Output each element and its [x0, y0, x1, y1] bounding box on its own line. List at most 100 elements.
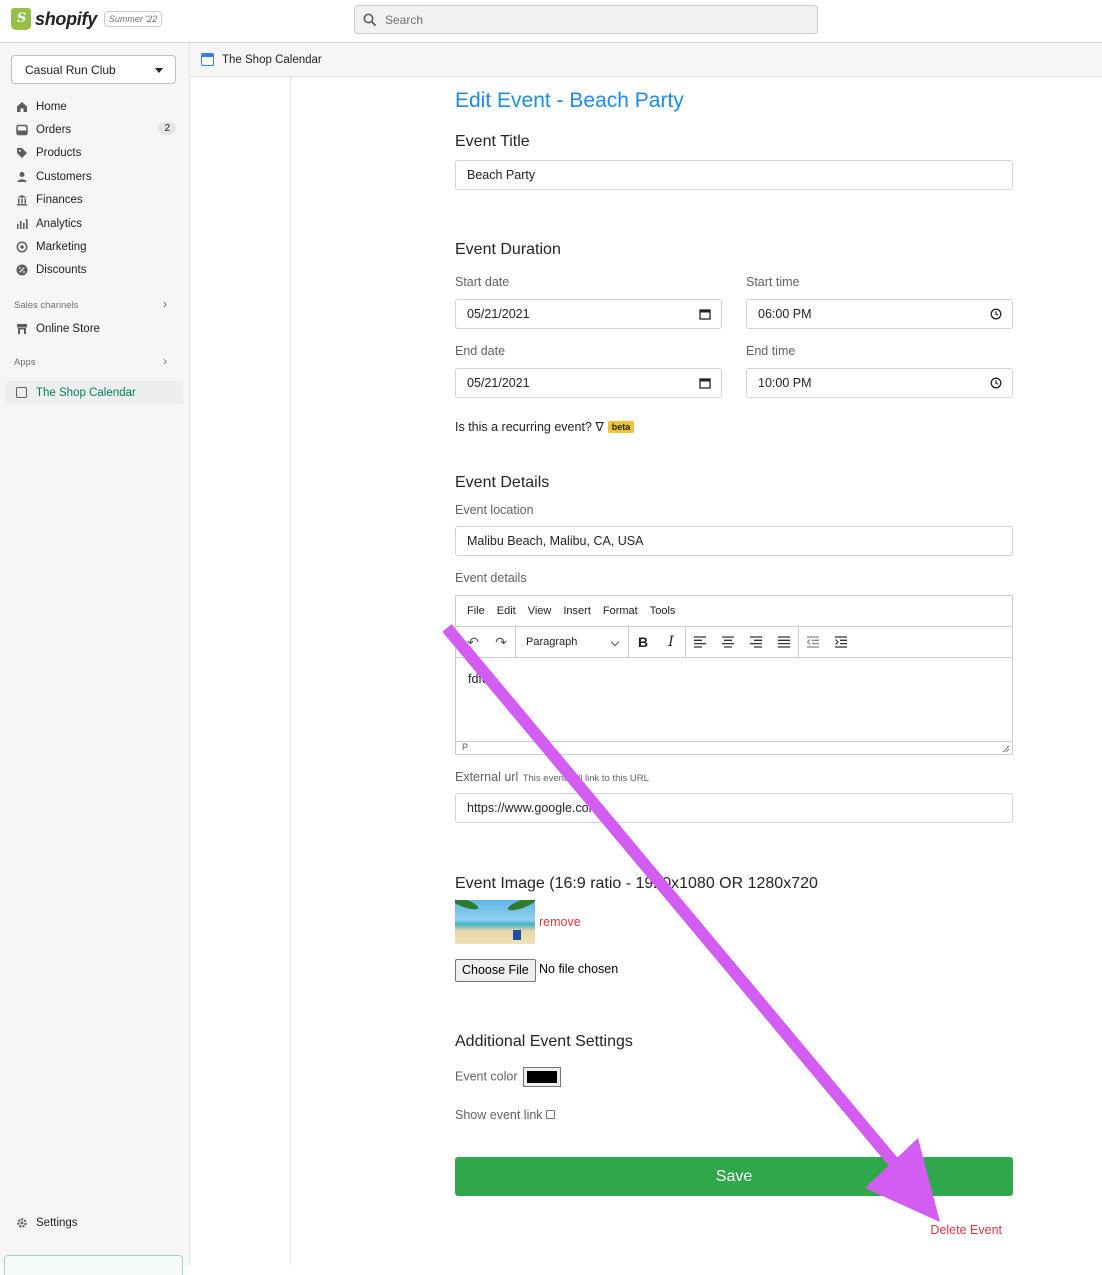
sidebar-bottom-card[interactable] — [4, 1255, 183, 1275]
sidebar-item-label: The Shop Calendar — [36, 386, 136, 399]
sidebar-item-finances[interactable]: Finances — [0, 189, 190, 212]
end-time-input[interactable]: 10:00 PM — [746, 368, 1013, 398]
event-image-heading: Event Image (16:9 ratio - 1920x1080 OR 1… — [455, 875, 818, 892]
sidebar-item-analytics[interactable]: Analytics — [0, 212, 190, 235]
sidebar-item-shop-calendar[interactable]: The Shop Calendar — [5, 381, 183, 404]
sidebar-item-label: Home — [36, 100, 67, 113]
clock-icon[interactable] — [990, 308, 1002, 320]
store-name: Casual Run Club — [25, 63, 116, 77]
undo-icon[interactable]: ↶ — [459, 627, 487, 658]
save-button[interactable]: Save — [455, 1157, 1013, 1196]
sidebar-item-label: Discounts — [36, 264, 87, 277]
event-duration-heading: Event Duration — [455, 241, 561, 258]
show-event-link-label: Show event link — [455, 1108, 543, 1122]
align-left-icon[interactable] — [686, 627, 714, 658]
sidebar-item-online-store[interactable]: Online Store — [0, 317, 190, 340]
bold-icon[interactable]: B — [629, 627, 657, 658]
start-time-value: 06:00 PM — [758, 307, 812, 321]
rich-text-editor: File Edit View Insert Format Tools ↶ ↷ P… — [455, 595, 1013, 755]
sidebar-item-customers[interactable]: Customers — [0, 165, 190, 188]
resize-handle-icon[interactable] — [1002, 745, 1010, 753]
event-image-thumbnail — [455, 900, 535, 944]
end-date-label: End date — [455, 344, 506, 358]
justify-icon[interactable] — [770, 627, 798, 658]
target-icon — [16, 241, 28, 253]
menu-format[interactable]: Format — [603, 605, 638, 617]
block-format-select[interactable]: Paragraph — [516, 627, 628, 658]
sidebar-item-settings[interactable]: Settings — [16, 1217, 78, 1229]
discount-icon — [16, 264, 28, 276]
indent-icon[interactable] — [827, 627, 855, 658]
show-event-link-row: Show event link — [455, 1108, 555, 1122]
edition-badge: Summer '22 — [103, 11, 163, 27]
start-date-value: 05/21/2021 — [467, 307, 530, 321]
menu-file[interactable]: File — [467, 605, 485, 617]
color-swatch — [527, 1071, 558, 1083]
chevron-right-icon[interactable]: › — [163, 354, 167, 368]
sidebar-item-orders[interactable]: Orders 2 — [0, 118, 190, 141]
sidebar-item-home[interactable]: Home — [0, 95, 190, 118]
external-url-label-row: External url This event will link to thi… — [455, 770, 649, 784]
event-location-label: Event location — [455, 503, 534, 517]
editor-toolbar: ↶ ↷ Paragraph B I — [456, 626, 1012, 658]
menu-insert[interactable]: Insert — [563, 605, 591, 617]
store-icon — [17, 323, 27, 334]
home-icon — [17, 101, 27, 112]
search-icon — [363, 13, 377, 26]
event-details-heading: Event Details — [455, 474, 550, 491]
left-column-divider — [190, 77, 291, 1265]
outdent-icon[interactable] — [799, 627, 827, 658]
store-selector[interactable]: Casual Run Club — [11, 55, 176, 84]
clock-icon[interactable] — [990, 377, 1002, 389]
event-title-input[interactable]: Beach Party — [455, 160, 1013, 190]
sidebar-item-marketing[interactable]: Marketing — [0, 235, 190, 258]
page-title: Edit Event - Beach Party — [455, 89, 684, 112]
sidebar: Casual Run Club Home Orders 2 Products C… — [0, 43, 190, 1275]
menu-tools[interactable]: Tools — [650, 605, 676, 617]
remove-image-link[interactable]: remove — [539, 915, 581, 929]
event-location-input[interactable]: Malibu Beach, Malibu, CA, USA — [455, 526, 1013, 556]
sidebar-item-label: Settings — [36, 1217, 78, 1229]
start-date-input[interactable]: 05/21/2021 — [455, 299, 722, 329]
event-color-label: Event color — [455, 1069, 518, 1084]
menu-view[interactable]: View — [528, 605, 552, 617]
recurring-label: Is this a recurring event? ∇ — [455, 420, 604, 434]
shopify-logo[interactable]: shopify Summer '22 — [11, 8, 163, 30]
apps-heading: Apps — [14, 357, 36, 368]
choose-file-button[interactable]: Choose File — [455, 959, 536, 982]
show-event-link-checkbox[interactable] — [545, 1110, 555, 1119]
end-date-input[interactable]: 05/21/2021 — [455, 368, 722, 398]
search-input[interactable]: Search — [354, 5, 818, 34]
start-time-input[interactable]: 06:00 PM — [746, 299, 1013, 329]
editor-content-area[interactable]: fdfdf — [456, 658, 1012, 741]
orders-count-badge: 2 — [158, 122, 176, 136]
event-color-picker[interactable] — [523, 1067, 562, 1087]
additional-settings-heading: Additional Event Settings — [455, 1033, 633, 1050]
recurring-toggle[interactable]: Is this a recurring event? ∇ beta — [455, 419, 635, 434]
sidebar-item-label: Finances — [36, 194, 83, 207]
sidebar-item-label: Customers — [36, 170, 92, 183]
sidebar-item-products[interactable]: Products — [0, 142, 190, 165]
delete-event-link[interactable]: Delete Event — [930, 1223, 1002, 1237]
external-url-input[interactable]: https://www.google.com — [455, 793, 1013, 823]
calendar-icon[interactable] — [699, 377, 711, 389]
menu-edit[interactable]: Edit — [497, 605, 516, 617]
sidebar-nav: Home Orders 2 Products Customers Finance… — [0, 95, 190, 282]
redo-icon[interactable]: ↷ — [487, 627, 515, 658]
end-time-value: 10:00 PM — [758, 376, 812, 390]
sidebar-item-label: Products — [36, 147, 82, 160]
bar-chart-icon — [17, 218, 28, 229]
element-path: P — [462, 742, 469, 752]
start-date-label: Start date — [455, 275, 510, 289]
italic-icon[interactable]: I — [657, 627, 685, 658]
align-center-icon[interactable] — [714, 627, 742, 658]
external-url-hint: This event will link to this URL — [522, 773, 649, 784]
event-color-row: Event color — [455, 1067, 562, 1087]
calendar-icon[interactable] — [699, 308, 711, 320]
sidebar-item-discounts[interactable]: Discounts — [0, 259, 190, 282]
chevron-right-icon[interactable]: › — [163, 297, 167, 311]
align-right-icon[interactable] — [742, 627, 770, 658]
editor-menubar: File Edit View Insert Format Tools — [456, 596, 1012, 627]
app-title: The Shop Calendar — [222, 53, 322, 66]
event-title-heading: Event Title — [455, 133, 530, 150]
